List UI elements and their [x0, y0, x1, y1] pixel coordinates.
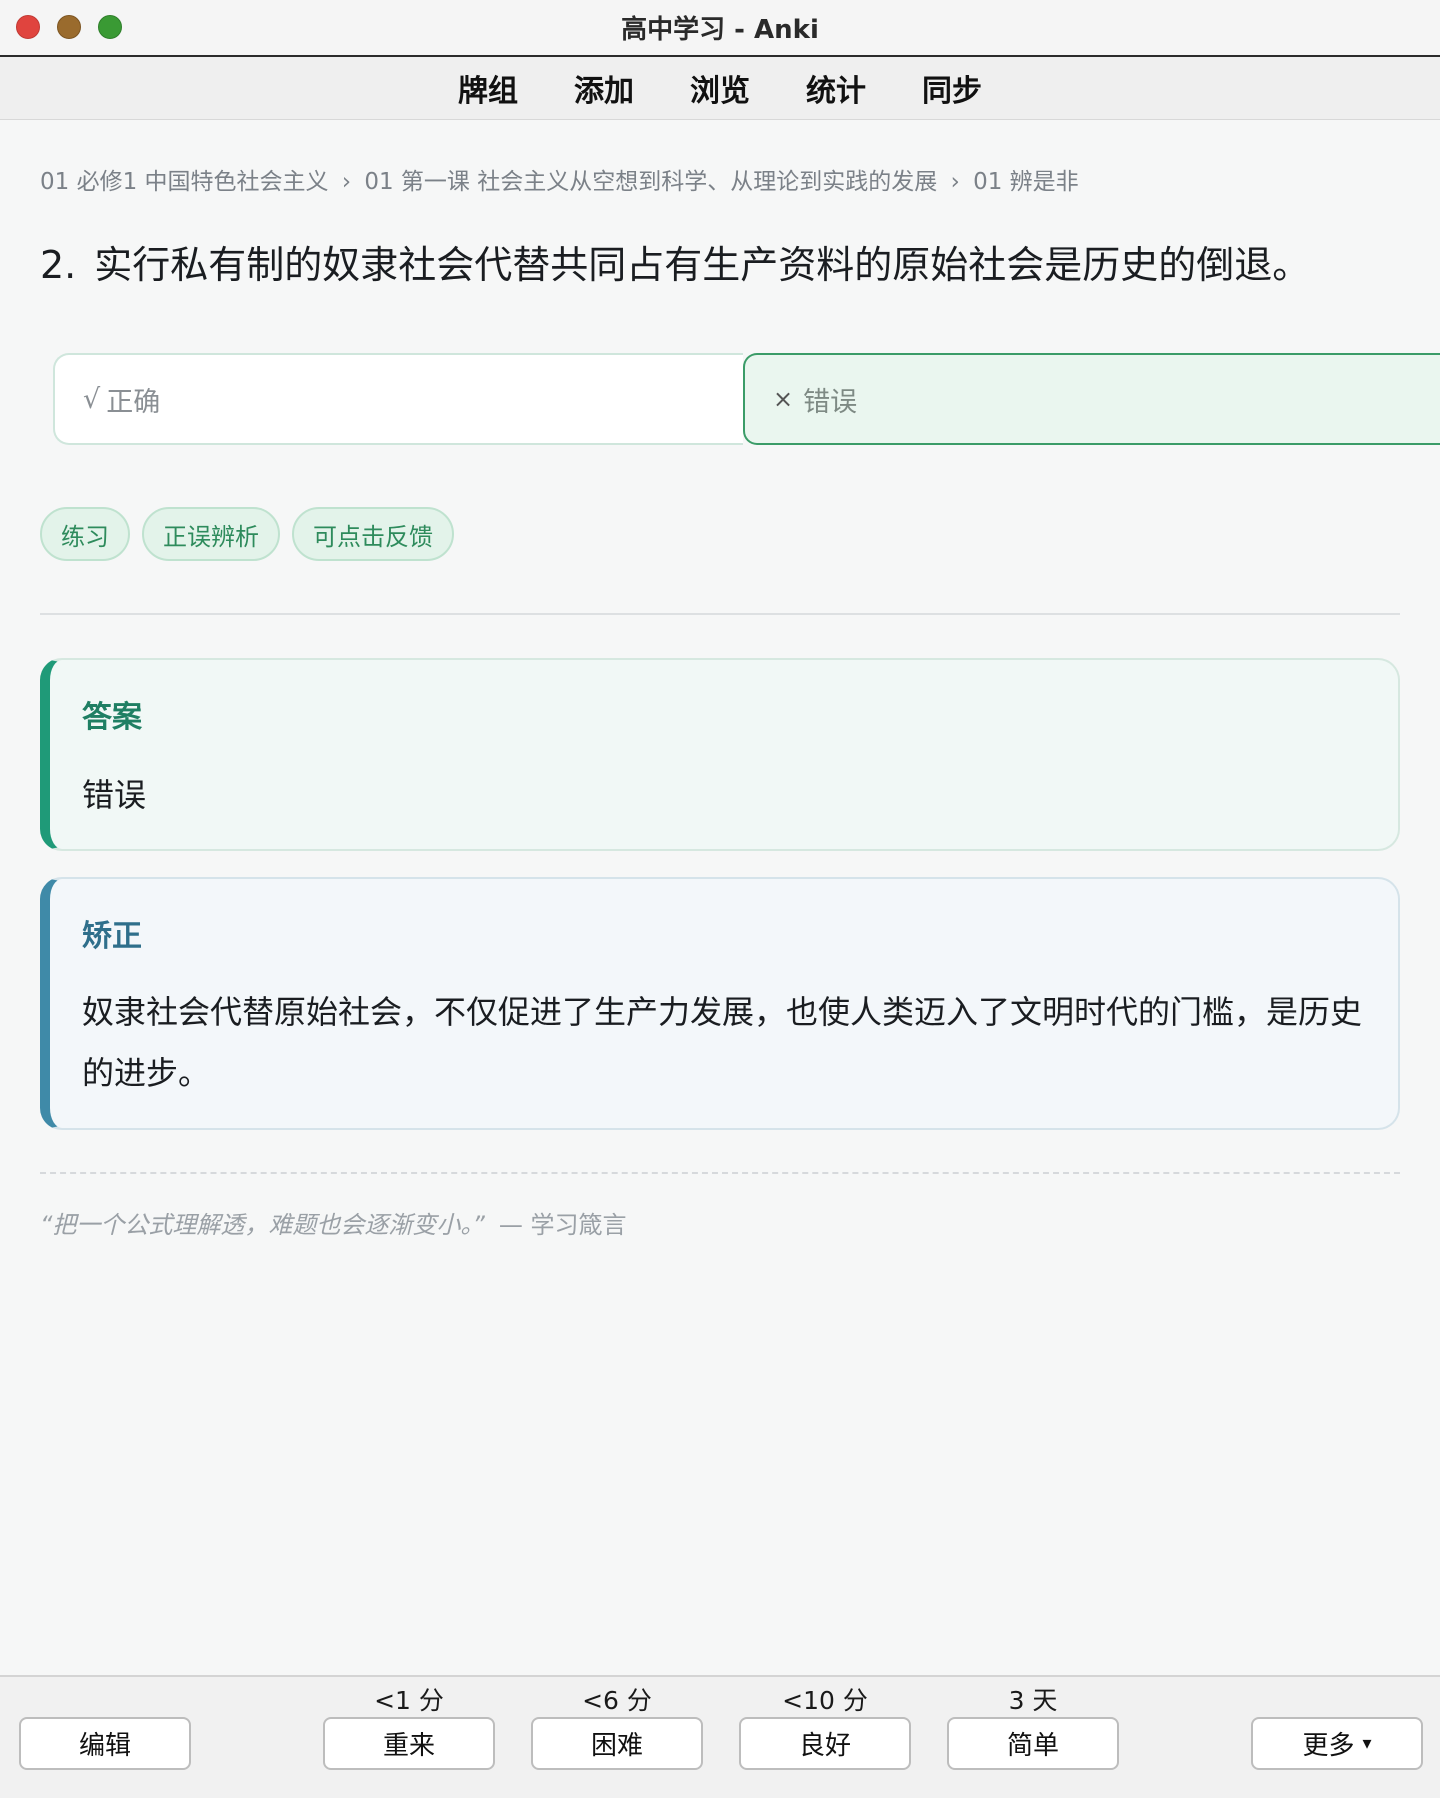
correction-text: 奴隶社会代替原始社会，不仅促进了生产力发展，也使人类迈入了文明时代的门槛，是历史… [82, 993, 1363, 1092]
breadcrumb-item: 01 必修1 中国特色社会主义 [40, 169, 329, 195]
hard-interval: <6 分 [582, 1686, 652, 1715]
question-number: 2. [40, 243, 77, 287]
maximize-window-button[interactable] [98, 15, 122, 39]
tag-true-false[interactable]: 正误辨析 [142, 507, 280, 561]
anki-window: 高中学习 - Anki 牌组 添加 浏览 统计 同步 01 必修1 中国特色社会… [0, 0, 1440, 1798]
toolbar-stats[interactable]: 统计 [806, 66, 866, 110]
minimize-window-button[interactable] [57, 15, 81, 39]
answer-label: 答案 [82, 700, 142, 735]
window-title: 高中学习 - Anki [621, 15, 819, 45]
more-button[interactable]: 更多 ▾ [1251, 1717, 1423, 1770]
check-icon: √ [83, 383, 101, 415]
tag-list: 练习 正误辨析 可点击反馈 [40, 507, 454, 561]
tag-practice[interactable]: 练习 [40, 507, 130, 561]
good-interval: <10 分 [782, 1686, 868, 1715]
breadcrumb-separator: › [341, 169, 352, 195]
question-body: 实行私有制的奴隶社会代替共同占有生产资料的原始社会是历史的倒退。 [94, 243, 1311, 287]
caret-down-icon: ▾ [1362, 1733, 1372, 1754]
breadcrumb-item: 01 第一课 社会主义从空想到科学、从理论到实践的发展 [364, 169, 938, 195]
toolbar-add[interactable]: 添加 [574, 66, 634, 110]
card-view: 01 必修1 中国特色社会主义 › 01 第一课 社会主义从空想到科学、从理论到… [0, 120, 1440, 1675]
review-bottom-bar: 编辑 <1 分 重来 <6 分 困难 <10 分 良好 3 天 简单 更多 ▾ [0, 1675, 1440, 1798]
option-label: 错误 [803, 386, 858, 418]
easy-button[interactable]: 简单 [947, 1717, 1119, 1770]
toolbar-decks[interactable]: 牌组 [458, 66, 518, 110]
correction-label: 矫正 [82, 919, 142, 954]
motto: “把一个公式理解透，难题也会逐渐变小。” — 学习箴言 [40, 1205, 627, 1240]
dashed-divider [40, 1172, 1400, 1174]
hard-button[interactable]: 困难 [531, 1717, 703, 1770]
motto-source: — 学习箴言 [498, 1211, 627, 1239]
title-bar: 高中学习 - Anki [0, 0, 1440, 57]
toolbar-browse[interactable]: 浏览 [690, 66, 750, 110]
answer-options: √ 正确 × 错误 [53, 353, 1440, 445]
window-controls [16, 15, 122, 39]
answer-card: 答案 错误 [40, 658, 1400, 851]
edit-button[interactable]: 编辑 [19, 1717, 191, 1770]
question-text: 2. 实行私有制的奴隶社会代替共同占有生产资料的原始社会是历史的倒退。 [40, 234, 1310, 289]
option-label: 正确 [106, 386, 161, 418]
again-interval: <1 分 [374, 1686, 444, 1715]
main-toolbar: 牌组 添加 浏览 统计 同步 [0, 57, 1440, 120]
tag-clickable-feedback[interactable]: 可点击反馈 [292, 507, 454, 561]
again-button[interactable]: 重来 [323, 1717, 495, 1770]
answer-value: 错误 [82, 776, 147, 814]
good-button[interactable]: 良好 [739, 1717, 911, 1770]
correction-card: 矫正 奴隶社会代替原始社会，不仅促进了生产力发展，也使人类迈入了文明时代的门槛，… [40, 877, 1400, 1130]
option-false[interactable]: × 错误 [743, 353, 1440, 445]
breadcrumb-item: 01 辨是非 [973, 169, 1079, 195]
easy-interval: 3 天 [1008, 1686, 1058, 1715]
divider [40, 613, 1400, 615]
more-label: 更多 [1302, 1731, 1355, 1761]
breadcrumb-separator: › [950, 169, 960, 195]
toolbar-sync[interactable]: 同步 [922, 66, 982, 110]
option-true[interactable]: √ 正确 [53, 353, 743, 445]
cross-icon: × [773, 385, 794, 413]
close-window-button[interactable] [16, 15, 40, 39]
breadcrumb: 01 必修1 中国特色社会主义 › 01 第一课 社会主义从空想到科学、从理论到… [40, 162, 1079, 196]
motto-text: “把一个公式理解透，难题也会逐渐变小。” [40, 1211, 485, 1239]
